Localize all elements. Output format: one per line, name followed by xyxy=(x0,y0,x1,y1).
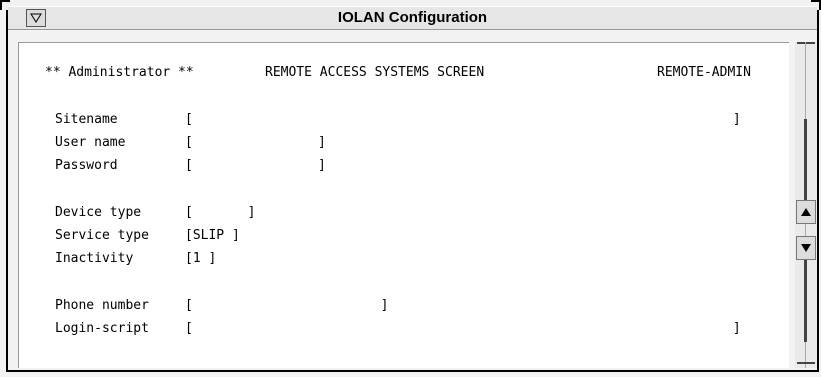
screen-title: REMOTE ACCESS SYSTEMS SCREEN xyxy=(265,65,485,80)
login-script-field[interactable]: [ ] xyxy=(185,321,741,337)
window-frame-right xyxy=(817,10,819,370)
scroll-up-button[interactable] xyxy=(796,200,816,224)
down-triangle-icon xyxy=(801,244,811,252)
scrollbar-top-cap xyxy=(797,42,815,54)
scroll-down-button[interactable] xyxy=(796,236,816,260)
sitename-field[interactable]: [ ] xyxy=(185,112,741,128)
role-label: ** Administrator ** xyxy=(45,65,194,80)
terminal-screen[interactable]: ** Administrator ** REMOTE ACCESS SYSTEM… xyxy=(18,42,789,368)
vertical-scrollbar[interactable] xyxy=(795,42,817,368)
window-title: IOLAN Configuration xyxy=(337,9,488,26)
inactivity-field[interactable]: [1 ] xyxy=(185,251,216,267)
login-script-label: Login-script xyxy=(55,321,149,336)
down-triangle-icon xyxy=(30,13,42,23)
scrollbar-thumb-lower[interactable] xyxy=(804,260,807,342)
phone-number-label: Phone number xyxy=(55,298,149,313)
scrollbar-bottom-cap xyxy=(797,362,815,364)
password-field[interactable]: [ ] xyxy=(185,158,326,174)
user-name-label: User name xyxy=(55,135,126,150)
device-type-label: Device type xyxy=(55,205,142,220)
phone-number-field[interactable]: [ ] xyxy=(185,298,389,314)
screen-id: REMOTE-ADMIN xyxy=(657,65,751,80)
service-type-label: Service type xyxy=(55,228,149,243)
title-bar[interactable]: IOLAN Configuration xyxy=(8,6,817,30)
app-window: IOLAN Configuration ** Administrator ** … xyxy=(0,0,821,377)
up-triangle-icon xyxy=(801,208,811,216)
device-type-field[interactable]: [ ] xyxy=(185,205,255,221)
service-type-field[interactable]: [SLIP ] xyxy=(185,228,240,244)
window-menu-button[interactable] xyxy=(26,9,46,27)
user-name-field[interactable]: [ ] xyxy=(185,135,326,151)
scrollbar-thumb-upper[interactable] xyxy=(804,119,807,201)
password-label: Password xyxy=(55,158,118,173)
window-frame-bottom xyxy=(6,370,819,372)
window-frame-left xyxy=(6,10,8,370)
sitename-label: Sitename xyxy=(55,112,118,127)
inactivity-label: Inactivity xyxy=(55,251,134,266)
